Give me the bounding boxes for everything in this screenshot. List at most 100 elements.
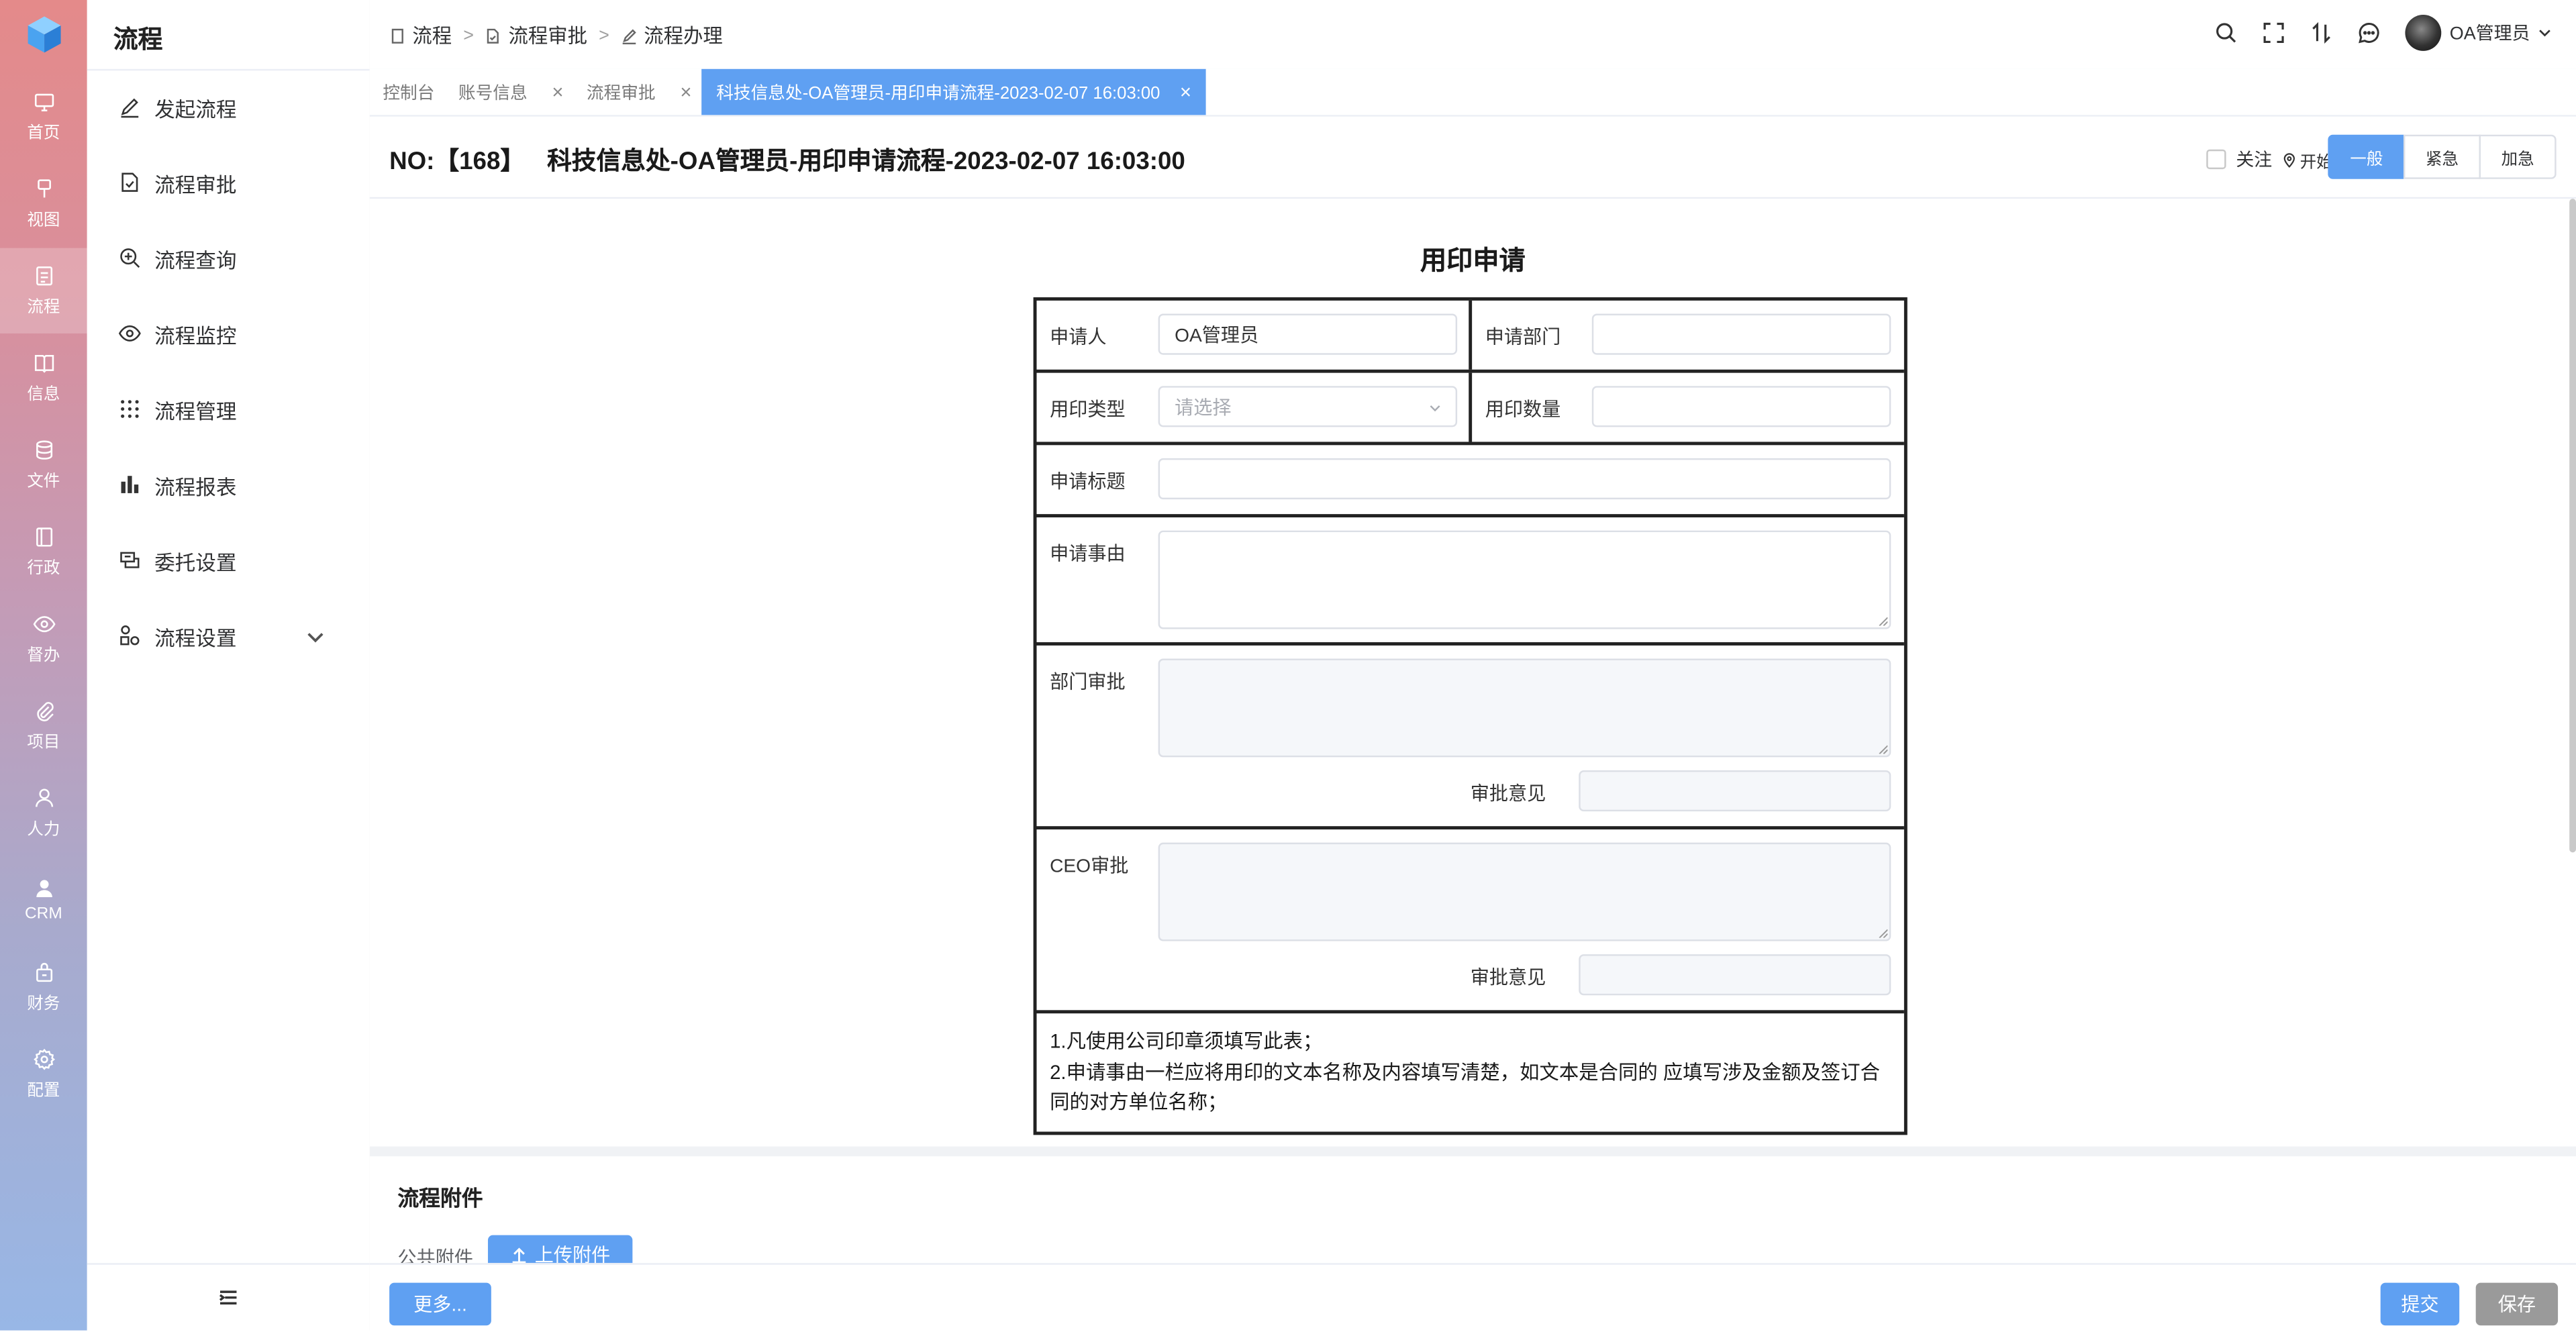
seal-type-label: 用印类型 — [1050, 401, 1126, 421]
tab-console[interactable]: 控制台 — [383, 69, 434, 115]
sidebar-collapse-button[interactable] — [87, 1263, 370, 1330]
save-button[interactable]: 保存 — [2475, 1282, 2559, 1326]
close-icon[interactable]: × — [1180, 81, 1191, 103]
eye-icon — [32, 616, 55, 633]
close-icon[interactable]: × — [552, 81, 563, 103]
ceo-opinion-field — [1579, 954, 1891, 996]
rail-item-flow[interactable]: 流程 — [0, 248, 87, 334]
sidebar-title: 流程 — [113, 26, 163, 54]
note-line: 2.申请事由一栏应将用印的文本名称及内容填写清楚，如文本是合同的 应填写涉及金额… — [1050, 1060, 1881, 1114]
sidebar-item-start-flow[interactable]: 发起流程 — [87, 74, 370, 140]
sidebar-item-label: 委托设置 — [154, 551, 237, 574]
location-pin-icon — [2283, 153, 2295, 168]
sidebar-item-flow-manage[interactable]: 流程管理 — [87, 376, 370, 442]
database-icon — [35, 440, 52, 460]
flow-sidebar: 流程 发起流程 流程审批 流程查询 流程监控 流程管理 流程报表 委托设置 流程… — [87, 0, 372, 1331]
sidebar-item-flow-query[interactable]: 流程查询 — [87, 225, 370, 291]
form-row: 部门审批 审批意见 — [1036, 646, 1904, 830]
follow-checkbox[interactable]: 关注 — [2206, 146, 2272, 172]
submit-button[interactable]: 提交 — [2380, 1282, 2460, 1326]
form-row: CEO审批 审批意见 — [1036, 829, 1904, 1014]
subject-field[interactable] — [1158, 458, 1891, 500]
dept-field[interactable] — [1591, 313, 1891, 355]
opinion-label: 审批意见 — [1470, 969, 1546, 989]
tab-label: 流程审批 — [586, 83, 656, 103]
tab-flow-approve[interactable]: 流程审批 × — [587, 69, 692, 115]
content-scrollbar[interactable] — [2569, 199, 2576, 853]
delegate-icon — [120, 552, 140, 568]
rail-item-finance[interactable]: 财务 — [0, 944, 87, 1029]
seal-qty-field[interactable] — [1591, 386, 1891, 427]
chevron-down-icon — [307, 633, 324, 643]
fullscreen-icon[interactable] — [2263, 21, 2285, 44]
priority-urgent-button[interactable]: 紧急 — [2403, 134, 2481, 179]
user-name[interactable]: OA管理员 — [2450, 19, 2530, 46]
dept-label: 申请部门 — [1485, 328, 1561, 348]
header-toolbar: OA管理员 — [2215, 15, 2553, 51]
more-button[interactable]: 更多... — [389, 1282, 491, 1326]
rail-item-admin[interactable]: 行政 — [0, 509, 87, 595]
grid-dots-icon — [121, 400, 139, 418]
sidebar-item-delegate[interactable]: 委托设置 — [87, 527, 370, 593]
bag-icon — [35, 962, 52, 982]
message-icon[interactable] — [2358, 21, 2381, 44]
settings-flow-icon — [120, 625, 140, 646]
resize-grip-icon[interactable] — [1878, 616, 1888, 626]
rail-item-hr[interactable]: 人力 — [0, 770, 87, 856]
checkbox-box[interactable] — [2206, 149, 2226, 170]
rail-item-label: 信息 — [27, 386, 60, 405]
sidebar-item-flow-approve[interactable]: 流程审批 — [87, 150, 370, 215]
upload-attachment-button[interactable]: 上传附件 — [487, 1235, 633, 1264]
seal-type-select[interactable]: 请选择 — [1158, 386, 1458, 427]
sidebar-item-flow-settings[interactable]: 流程设置 — [87, 603, 370, 668]
breadcrumb-item-approve[interactable]: 流程审批 — [485, 21, 587, 50]
tab-account-info[interactable]: 账号信息 × — [458, 69, 564, 115]
subject-label: 申请标题 — [1050, 472, 1126, 493]
rail-item-home[interactable]: 首页 — [0, 74, 87, 159]
person-filled-icon — [36, 880, 52, 898]
chevron-down-icon[interactable] — [2536, 25, 2553, 41]
rail-item-label: 人力 — [27, 821, 60, 839]
tab-current-flow[interactable]: 科技信息处-OA管理员-用印申请流程-2023-02-07 16:03:00 × — [701, 68, 1207, 115]
rail-item-info[interactable]: 信息 — [0, 335, 87, 420]
form-title: 用印申请 — [1420, 248, 1526, 276]
attachments-section: 流程附件 公共附件 上传附件 — [369, 1146, 2576, 1264]
module-rail: 首页 视图 流程 信息 文件 行政 督办 项目 人力 CRM 财务 配置 — [0, 0, 87, 1331]
monitor-icon — [34, 93, 53, 111]
sidebar-item-label: 流程查询 — [154, 248, 237, 272]
sidebar-item-flow-monitor[interactable]: 流程监控 — [87, 301, 370, 366]
avatar[interactable] — [2405, 15, 2442, 51]
rail-item-files[interactable]: 文件 — [0, 422, 87, 507]
sort-arrows-icon[interactable] — [2310, 21, 2333, 44]
note-line: 1.凡使用公司印章须填写此表； — [1050, 1029, 1323, 1053]
select-placeholder: 请选择 — [1175, 398, 1232, 418]
close-icon[interactable]: × — [680, 81, 691, 103]
applicant-label: 申请人 — [1050, 328, 1107, 348]
rail-item-view[interactable]: 视图 — [0, 161, 87, 246]
rail-item-crm[interactable]: CRM — [0, 858, 87, 943]
dept-approve-label: 部门审批 — [1050, 673, 1126, 693]
sidebar-item-label: 流程审批 — [154, 173, 237, 197]
rail-item-config[interactable]: 配置 — [0, 1031, 87, 1117]
notebook-icon — [35, 527, 52, 547]
divider — [87, 68, 370, 71]
doc-check-icon — [121, 172, 138, 192]
breadcrumb: 流程 > 流程审批 > 流程办理 — [389, 21, 723, 50]
rail-item-supervise[interactable]: 督办 — [0, 597, 87, 682]
follow-label: 关注 — [2236, 151, 2273, 171]
ceo-approve-textarea — [1158, 842, 1891, 941]
breadcrumb-item-flow[interactable]: 流程 — [389, 21, 452, 50]
priority-expedite-button[interactable]: 加急 — [2479, 134, 2557, 179]
reason-textarea[interactable] — [1158, 530, 1891, 629]
bar-chart-icon — [121, 476, 139, 493]
sidebar-item-flow-report[interactable]: 流程报表 — [87, 452, 370, 517]
start-node-link[interactable]: 开始 — [2282, 148, 2333, 172]
form-content: 用印申请 申请人 OA管理员 申请部门 用印类型 请选择 用印数量 申请标题 申… — [369, 199, 2576, 1264]
search-icon[interactable] — [2215, 21, 2238, 44]
priority-normal-button[interactable]: 一般 — [2328, 134, 2406, 179]
rail-item-project[interactable]: 项目 — [0, 683, 87, 768]
applicant-field[interactable]: OA管理员 — [1158, 313, 1458, 355]
rail-item-label: 行政 — [27, 560, 60, 578]
breadcrumb-label: 流程 — [412, 24, 452, 48]
app-root: 首页 视图 流程 信息 文件 行政 督办 项目 人力 CRM 财务 配置 流程 … — [0, 0, 2576, 1332]
